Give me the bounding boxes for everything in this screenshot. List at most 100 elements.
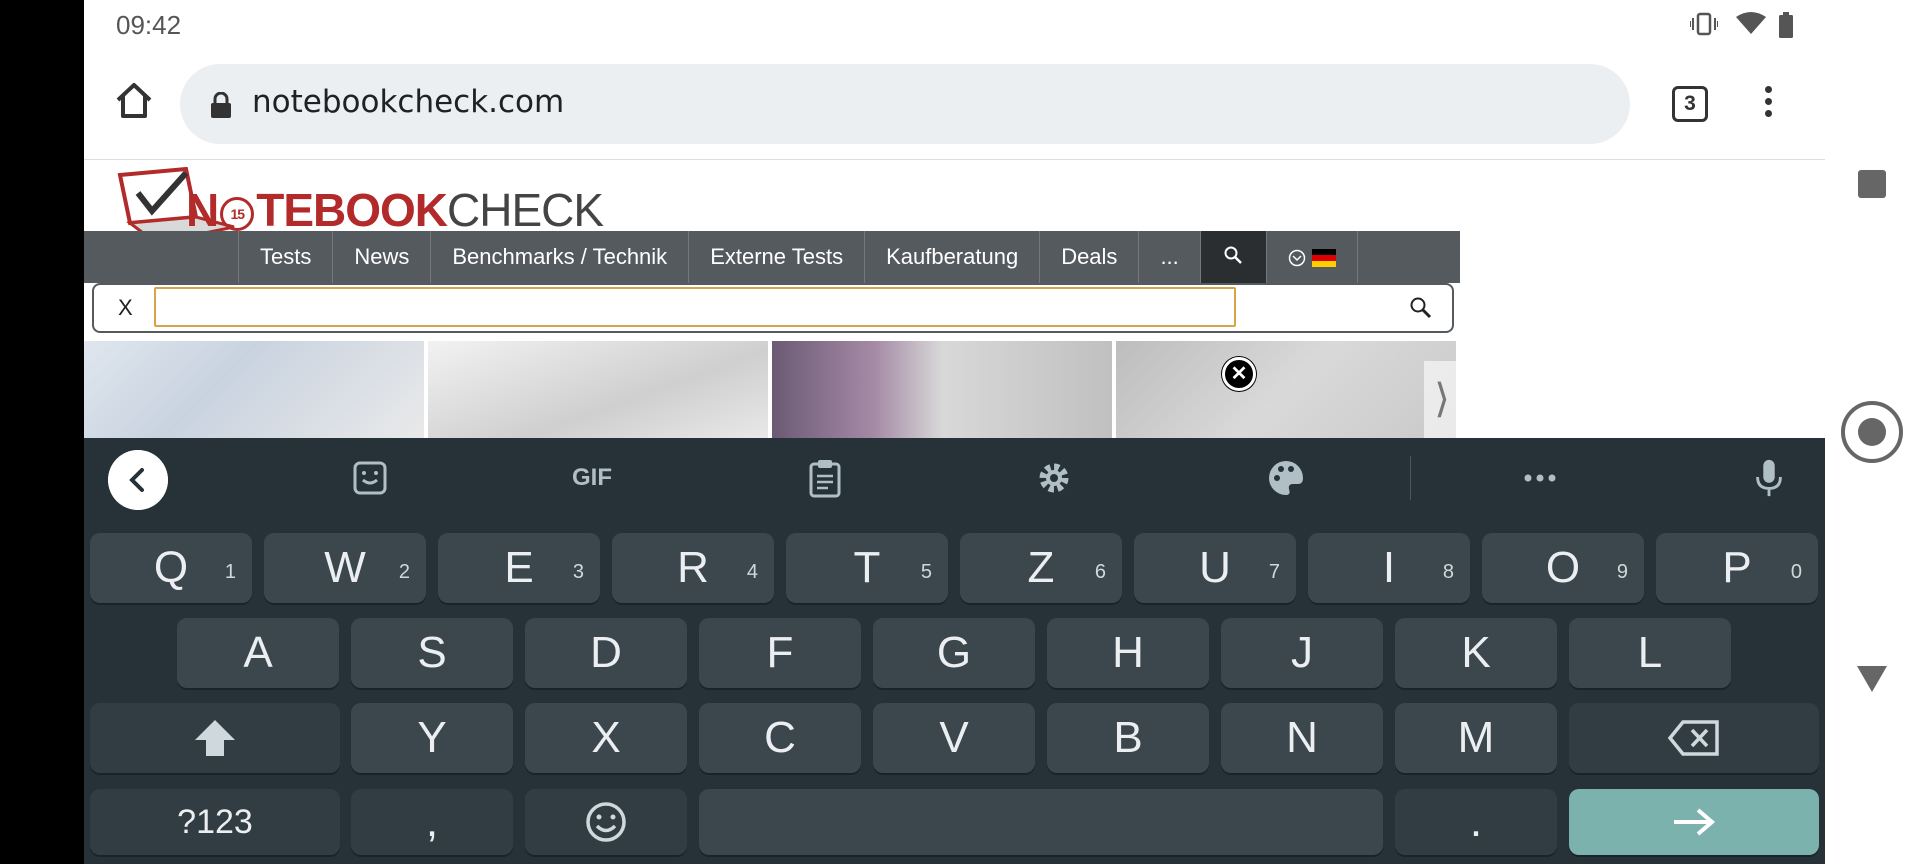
more-options-icon[interactable] bbox=[1520, 458, 1560, 498]
comma-key[interactable]: , bbox=[351, 789, 513, 855]
back-triangle-icon[interactable] bbox=[1855, 664, 1889, 694]
nav-benchmarks[interactable]: Benchmarks / Technik bbox=[430, 231, 688, 283]
close-icon[interactable]: ✕ bbox=[1222, 357, 1256, 391]
key-o[interactable]: O9 bbox=[1482, 533, 1644, 603]
vibrate-icon bbox=[1690, 12, 1718, 36]
nav-deals[interactable]: Deals bbox=[1039, 231, 1138, 283]
site-search-input[interactable] bbox=[154, 287, 1236, 327]
url-text: notebookcheck.com bbox=[252, 84, 565, 120]
search-icon bbox=[1224, 246, 1243, 264]
key-b[interactable]: B bbox=[1047, 703, 1209, 773]
lock-icon bbox=[211, 92, 231, 118]
key-b-label: B bbox=[1113, 713, 1143, 762]
shift-key[interactable] bbox=[90, 703, 340, 773]
key-j-label: J bbox=[1291, 628, 1313, 677]
key-u-hint: 7 bbox=[1268, 561, 1280, 583]
key-x-label: X bbox=[591, 713, 621, 762]
key-p[interactable]: P0 bbox=[1656, 533, 1818, 603]
key-f-label: F bbox=[766, 628, 794, 677]
key-g[interactable]: G bbox=[873, 618, 1035, 688]
menu-more-icon[interactable] bbox=[1760, 82, 1776, 126]
key-t[interactable]: T5 bbox=[786, 533, 948, 603]
home-icon[interactable] bbox=[112, 78, 156, 122]
emoji-key[interactable] bbox=[525, 789, 687, 855]
key-f[interactable]: F bbox=[699, 618, 861, 688]
period-key[interactable]: . bbox=[1395, 789, 1557, 855]
settings-gear-icon[interactable] bbox=[1034, 458, 1074, 498]
nav-news[interactable]: News bbox=[332, 231, 430, 283]
carousel-next-icon[interactable]: ⟩ bbox=[1424, 361, 1460, 438]
home-circle-icon[interactable] bbox=[1840, 400, 1904, 464]
key-d[interactable]: D bbox=[525, 618, 687, 688]
tab-switcher-button[interactable]: 3 bbox=[1672, 86, 1708, 122]
key-q[interactable]: Q1 bbox=[90, 533, 252, 603]
key-y-label: Y bbox=[417, 713, 447, 762]
key-a[interactable]: A bbox=[177, 618, 339, 688]
key-u[interactable]: U7 bbox=[1134, 533, 1296, 603]
nav-more[interactable]: ... bbox=[1138, 231, 1199, 283]
featured-image-board[interactable] bbox=[1116, 341, 1456, 438]
symbols-key[interactable]: ?123 bbox=[90, 789, 340, 855]
key-z[interactable]: Z6 bbox=[960, 533, 1122, 603]
symbols-key-label: ?123 bbox=[177, 803, 253, 841]
key-e-hint: 3 bbox=[572, 561, 584, 583]
search-submit-icon[interactable] bbox=[1408, 295, 1432, 319]
enter-key[interactable] bbox=[1569, 789, 1819, 855]
key-x[interactable]: X bbox=[525, 703, 687, 773]
key-s-label: S bbox=[417, 628, 447, 677]
key-w[interactable]: W2 bbox=[264, 533, 426, 603]
key-s[interactable]: S bbox=[351, 618, 513, 688]
backspace-key[interactable] bbox=[1569, 703, 1819, 773]
key-h[interactable]: H bbox=[1047, 618, 1209, 688]
recents-square-icon[interactable] bbox=[1856, 168, 1888, 200]
key-q-hint: 1 bbox=[224, 561, 236, 583]
key-e[interactable]: E3 bbox=[438, 533, 600, 603]
sticker-icon[interactable] bbox=[352, 458, 388, 498]
key-r[interactable]: R4 bbox=[612, 533, 774, 603]
key-l-label: L bbox=[1637, 628, 1663, 677]
battery-icon bbox=[1779, 12, 1793, 38]
key-n-label: N bbox=[1286, 713, 1318, 762]
key-i[interactable]: I8 bbox=[1308, 533, 1470, 603]
nav-tests[interactable]: Tests bbox=[238, 231, 332, 283]
theme-palette-icon[interactable] bbox=[1266, 458, 1306, 498]
gif-button[interactable]: GIF bbox=[572, 464, 612, 504]
nav-search-button[interactable] bbox=[1199, 231, 1266, 283]
key-v[interactable]: V bbox=[873, 703, 1035, 773]
german-flag-icon bbox=[1311, 249, 1336, 268]
chevron-down-circle-icon bbox=[1288, 249, 1306, 267]
nav-kaufberatung[interactable]: Kaufberatung bbox=[864, 231, 1039, 283]
key-o-hint: 9 bbox=[1616, 561, 1628, 583]
shift-arrow-icon bbox=[195, 720, 235, 756]
key-a-label: A bbox=[243, 628, 273, 677]
key-j[interactable]: J bbox=[1221, 618, 1383, 688]
microphone-icon[interactable] bbox=[1754, 458, 1784, 498]
collapse-chevron-icon[interactable] bbox=[108, 450, 168, 510]
clipboard-icon[interactable] bbox=[808, 458, 842, 498]
key-r-hint: 4 bbox=[746, 561, 758, 583]
key-l[interactable]: L bbox=[1569, 618, 1731, 688]
search-close-button[interactable]: X bbox=[118, 295, 133, 321]
featured-image-tools[interactable] bbox=[84, 341, 424, 438]
key-y[interactable]: Y bbox=[351, 703, 513, 773]
key-k-label: K bbox=[1461, 628, 1491, 677]
backspace-icon bbox=[1667, 720, 1719, 756]
logo-badge: 15 bbox=[220, 196, 255, 231]
key-c[interactable]: C bbox=[699, 703, 861, 773]
key-n[interactable]: N bbox=[1221, 703, 1383, 773]
nav-externe-tests[interactable]: Externe Tests bbox=[688, 231, 864, 283]
web-page: N 15 TEBOOKCHECK Tests News Benchmarks / T… bbox=[84, 161, 1825, 438]
key-h-label: H bbox=[1112, 628, 1144, 677]
site-navigation: Tests News Benchmarks / Technik Externe … bbox=[84, 231, 1460, 283]
nav-language-selector[interactable] bbox=[1265, 231, 1358, 283]
featured-image-laptop[interactable] bbox=[428, 341, 768, 438]
soft-keyboard: GIF Q1W2E3R4T5Z6U7I8O9P0 A S D F G H J K L Y X C V B N M… bbox=[84, 438, 1825, 864]
key-m[interactable]: M bbox=[1395, 703, 1557, 773]
address-bar[interactable]: notebookcheck.com bbox=[180, 64, 1630, 144]
featured-image-phone[interactable] bbox=[772, 341, 1112, 438]
wifi-icon bbox=[1736, 12, 1766, 34]
key-p-hint: 0 bbox=[1790, 561, 1802, 583]
emoji-smiley-icon bbox=[586, 802, 626, 842]
space-key[interactable] bbox=[699, 789, 1383, 855]
key-k[interactable]: K bbox=[1395, 618, 1557, 688]
